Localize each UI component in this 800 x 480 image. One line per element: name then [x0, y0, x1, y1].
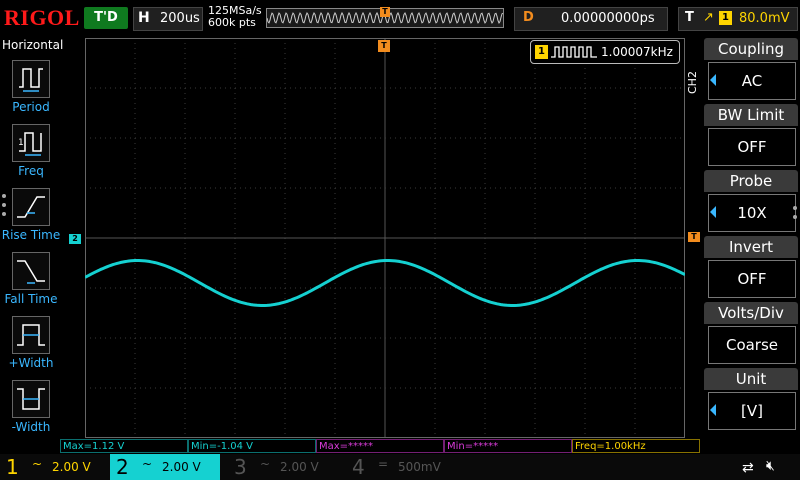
coupling-title: Coupling [704, 38, 798, 60]
ch1-number: 1 [6, 455, 19, 479]
ch4-scale: 500mV [398, 460, 441, 474]
measurement-item[interactable]: Max=1.12 V [60, 439, 188, 453]
trigger-box[interactable]: T ↗ 1 80.0mV [678, 7, 798, 31]
measure-period[interactable]: Period [0, 60, 62, 120]
channel-bar: 1 ~ 2.00 V 2 ~ 2.00 V 3 ~ 2.00 V 4 = 500… [0, 454, 800, 480]
ch3-scale: 2.00 V [280, 460, 319, 474]
acquisition-info: 125MSa/s 600k pts [208, 5, 262, 29]
ch3-coupling-icon: ~ [260, 457, 271, 471]
top-status-bar: RIGOL T'D H 200us 125MSa/s 600k pts T D … [0, 0, 800, 36]
neg-width-label: -Width [11, 420, 51, 434]
usb-icon: ⇄ [742, 460, 754, 476]
fall-time-icon [12, 252, 50, 290]
invert-value: OFF [708, 260, 796, 298]
measurement-item[interactable]: Max=***** [316, 439, 444, 453]
ch4-number: 4 [352, 455, 365, 479]
measure-pos-width[interactable]: +Width [0, 316, 62, 376]
freq-label: Freq [18, 164, 44, 178]
menu-channel-label: CH2 [686, 71, 699, 94]
ch2-coupling-icon: ~ [142, 457, 153, 471]
pulse-train-icon [551, 46, 597, 58]
measurement-item[interactable]: Min=-1.04 V [188, 439, 316, 453]
pos-width-label: +Width [8, 356, 54, 370]
timebase-value: 200us [160, 11, 200, 26]
probe-option[interactable]: Probe 10X [704, 170, 798, 234]
volts-div-option[interactable]: Volts/Div Coarse [704, 302, 798, 366]
speaker-muted-icon[interactable]: 🔇︎ [766, 458, 775, 474]
ch1-coupling-icon: ~ [32, 457, 43, 471]
svg-text:1: 1 [18, 138, 24, 148]
measurement-bar: Max=1.12 V Min=-1.04 V Max=***** Min=***… [60, 439, 700, 453]
left-menu-page-dots[interactable] [2, 194, 8, 221]
waveform-grid [85, 38, 685, 438]
neg-width-icon [12, 380, 50, 418]
ch2-offset-marker[interactable]: 2 [69, 234, 81, 244]
trigger-level-marker[interactable]: T [688, 232, 700, 242]
left-menu-title: Horizontal [2, 38, 64, 52]
memory-overview: T [266, 7, 504, 28]
bw-limit-value: OFF [708, 128, 796, 166]
delay-box[interactable]: D 0.00000000ps [514, 7, 668, 31]
invert-title: Invert [704, 236, 798, 258]
counter-value: 1.00007kHz [601, 45, 673, 59]
measure-fall-time[interactable]: Fall Time [0, 252, 62, 312]
coupling-option[interactable]: Coupling AC [704, 38, 798, 102]
rise-time-icon [12, 188, 50, 226]
run-status-badge[interactable]: T'D [84, 7, 128, 29]
right-menu-page-dots[interactable] [793, 206, 797, 224]
ch3-tab[interactable]: 3 ~ 2.00 V [228, 454, 338, 480]
measure-rise-time[interactable]: Rise Time [0, 188, 62, 248]
unit-arrow-icon [710, 404, 716, 416]
pos-width-icon [12, 316, 50, 354]
ch1-tab[interactable]: 1 ~ 2.00 V [0, 454, 110, 480]
bw-limit-option[interactable]: BW Limit OFF [704, 104, 798, 168]
counter-source: 1 [535, 45, 548, 59]
ch1-scale: 2.00 V [52, 460, 91, 474]
delay-label: D [523, 10, 534, 25]
bw-limit-title: BW Limit [704, 104, 798, 126]
unit-title: Unit [704, 368, 798, 390]
invert-option[interactable]: Invert OFF [704, 236, 798, 300]
probe-title: Probe [704, 170, 798, 192]
rise-time-label: Rise Time [1, 228, 61, 242]
timebase-label: H [138, 10, 150, 26]
measure-neg-width[interactable]: -Width [0, 380, 62, 440]
trigger-source: 1 [719, 11, 732, 25]
ch4-coupling-icon: = [378, 457, 389, 471]
volts-div-value: Coarse [708, 326, 796, 364]
delay-value: 0.00000000ps [561, 11, 655, 26]
measurement-item[interactable]: Freq=1.00kHz [572, 439, 700, 453]
memory-depth: 600k pts [208, 16, 256, 29]
trigger-level: 80.0mV [739, 11, 790, 26]
ch2-tab[interactable]: 2 ~ 2.00 V [110, 454, 220, 480]
ch2-scale: 2.00 V [162, 460, 201, 474]
fall-time-label: Fall Time [4, 292, 58, 306]
freq-icon: 1 [12, 124, 50, 162]
measure-freq[interactable]: 1 Freq [0, 124, 62, 184]
trigger-label: T [685, 10, 694, 25]
period-label: Period [12, 100, 50, 114]
coupling-value: AC [708, 62, 796, 100]
frequency-counter: 1 1.00007kHz [530, 40, 680, 64]
unit-value: [V] [708, 392, 796, 430]
ch3-number: 3 [234, 455, 247, 479]
coupling-arrow-icon [710, 74, 716, 86]
period-icon [12, 60, 50, 98]
unit-option[interactable]: Unit [V] [704, 368, 798, 432]
ch4-tab[interactable]: 4 = 500mV [346, 454, 456, 480]
timebase-box[interactable]: H 200us [133, 7, 203, 31]
measurement-item[interactable]: Min=***** [444, 439, 572, 453]
rising-edge-icon: ↗ [703, 10, 714, 25]
probe-arrow-icon [710, 206, 716, 218]
volts-div-title: Volts/Div [704, 302, 798, 324]
horizontal-measure-menu: Horizontal Period 1 Freq Rise Time Fall … [0, 36, 64, 454]
brand-logo: RIGOL [4, 5, 80, 30]
memory-trigger-marker: T [380, 7, 390, 17]
trigger-position-marker[interactable]: T [378, 40, 390, 52]
ch2-number: 2 [116, 455, 129, 479]
probe-value: 10X [708, 194, 796, 232]
